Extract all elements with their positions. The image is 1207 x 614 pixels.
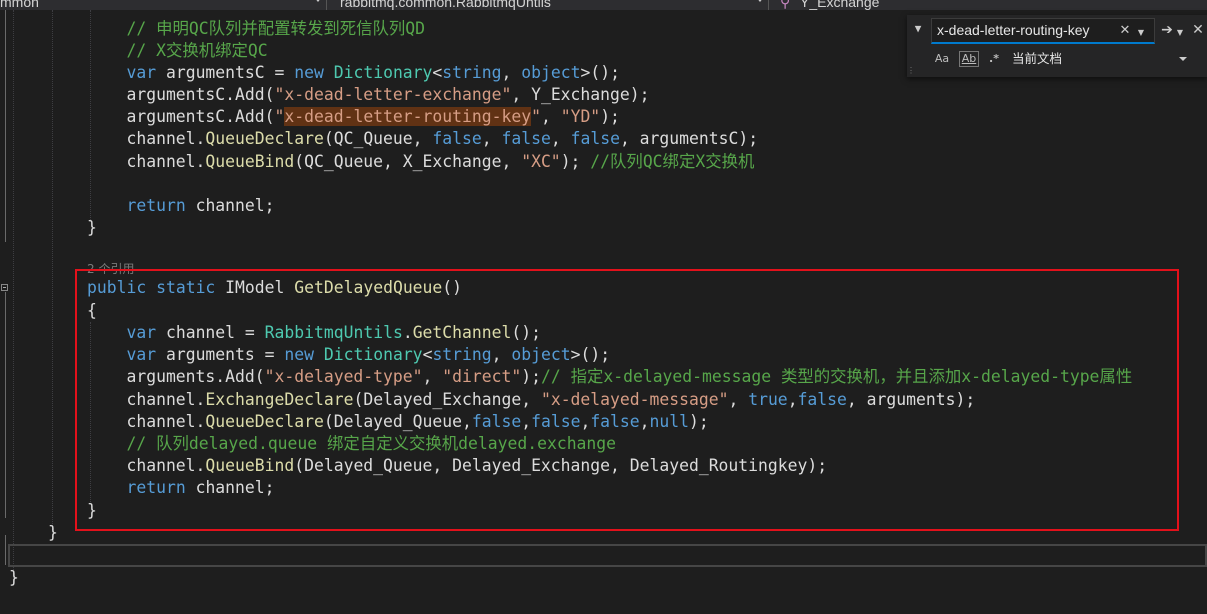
code-token: , <box>540 107 561 126</box>
code-line[interactable]: // X交换机绑定QC <box>87 40 268 62</box>
indent-guide <box>52 10 53 530</box>
find-next-icon[interactable]: ➔ <box>1159 22 1175 38</box>
regex-toggle[interactable]: .* <box>985 50 1003 68</box>
code-token: } <box>48 523 58 542</box>
project-dropdown[interactable]: mmon <box>0 0 39 10</box>
code-token: x-dead-letter-routing-key <box>284 107 532 126</box>
navbar-divider <box>326 0 327 10</box>
code-token: channel. <box>87 129 206 148</box>
code-line[interactable]: argumentsC.Add("x-dead-letter-routing-ke… <box>87 106 620 128</box>
code-line[interactable]: argumentsC.Add("x-dead-letter-exchange",… <box>87 84 650 106</box>
code-token: QueueBind <box>205 152 295 171</box>
code-token: < <box>432 63 443 82</box>
code-token: "YD" <box>560 107 601 126</box>
code-line[interactable]: } <box>9 567 19 589</box>
close-icon[interactable]: ✕ <box>1118 23 1132 39</box>
code-token: // 申明QC队列并配置转发到死信队列QD <box>126 19 426 38</box>
code-token: argumentsC.Add( <box>87 107 275 126</box>
code-token: channel. <box>87 152 206 171</box>
outline-line <box>5 292 6 518</box>
code-line[interactable]: var argumentsC = new Dictionary<string, … <box>87 62 620 84</box>
match-case-toggle[interactable]: Aa <box>933 50 951 68</box>
code-token: new <box>294 63 324 82</box>
code-token: >(); <box>580 63 620 82</box>
code-token: " <box>531 107 541 126</box>
close-find-icon[interactable]: ✕ <box>1191 22 1205 38</box>
indent-guide <box>13 10 14 580</box>
navbar-divider <box>768 0 769 10</box>
chevron-down-icon[interactable]: ▼ <box>911 21 925 37</box>
code-line[interactable]: // 申明QC队列并配置转发到死信队列QD <box>87 18 425 40</box>
code-token: ); <box>600 107 620 126</box>
whole-word-toggle[interactable]: Ab <box>959 51 979 67</box>
navigation-bar: mmon rabbitmq.common.RabbitmqUntils ⚲ Y_… <box>0 0 1207 10</box>
code-token: argumentsC = <box>156 63 295 82</box>
outline-line <box>5 535 6 565</box>
code-token: , <box>481 129 502 148</box>
code-token: QueueDeclare <box>205 129 324 148</box>
code-line[interactable]: return channel; <box>87 195 275 217</box>
code-token: false <box>432 129 482 148</box>
member-icon: ⚲ <box>780 0 791 10</box>
code-token: string <box>442 63 502 82</box>
find-widget: ▼ x-dead-letter-routing-key ✕ ▼ ➔ ▼ ✕ Aa… <box>907 15 1207 77</box>
code-token: , <box>550 129 571 148</box>
chevron-down-icon[interactable] <box>314 0 322 2</box>
code-token: , <box>501 63 522 82</box>
code-token: (QC_Queue, X_Exchange, <box>294 152 522 171</box>
resize-grip-icon[interactable]: ⋮ <box>907 67 915 75</box>
code-token: ); <box>560 152 591 171</box>
code-token: var <box>126 63 157 82</box>
code-token: // X交换机绑定QC <box>126 41 268 60</box>
annotation-red-box <box>75 269 1179 531</box>
code-token: object <box>521 63 581 82</box>
code-token: } <box>87 218 97 237</box>
code-token: , argumentsC); <box>619 129 759 148</box>
code-token: } <box>9 568 19 587</box>
code-token: argumentsC.Add( <box>87 85 275 104</box>
chevron-down-icon[interactable] <box>1179 57 1187 61</box>
search-scope-dropdown[interactable]: 当前文档 <box>1012 50 1062 68</box>
member-dropdown[interactable]: Y_Exchange <box>800 0 879 10</box>
collapse-icon[interactable] <box>1 284 8 291</box>
chevron-down-icon[interactable]: ▼ <box>1175 25 1185 41</box>
code-line[interactable]: } <box>87 217 97 239</box>
class-dropdown[interactable]: rabbitmq.common.RabbitmqUntils <box>340 0 551 10</box>
code-token: false <box>570 129 620 148</box>
chevron-down-icon[interactable]: ▼ <box>1136 25 1146 41</box>
code-token: " <box>274 107 285 126</box>
current-line-highlight <box>8 544 1207 567</box>
code-line[interactable]: channel.QueueBind(QC_Queue, X_Exchange, … <box>87 151 754 173</box>
code-token: "x-dead-letter-exchange" <box>274 85 512 104</box>
code-line[interactable]: channel.QueueDeclare(QC_Queue, false, fa… <box>87 128 758 150</box>
code-token: //队列QC绑定X交换机 <box>590 152 755 171</box>
code-token: (QC_Queue, <box>323 129 433 148</box>
code-token: channel; <box>185 196 275 215</box>
code-line[interactable]: } <box>48 522 58 544</box>
code-token: "XC" <box>521 152 561 171</box>
code-token: return <box>126 196 186 215</box>
outline-line <box>5 10 6 242</box>
code-token: false <box>501 129 551 148</box>
code-token: Dictionary <box>333 63 433 82</box>
code-token: , Y_Exchange); <box>511 85 650 104</box>
chevron-down-icon[interactable] <box>756 0 764 2</box>
